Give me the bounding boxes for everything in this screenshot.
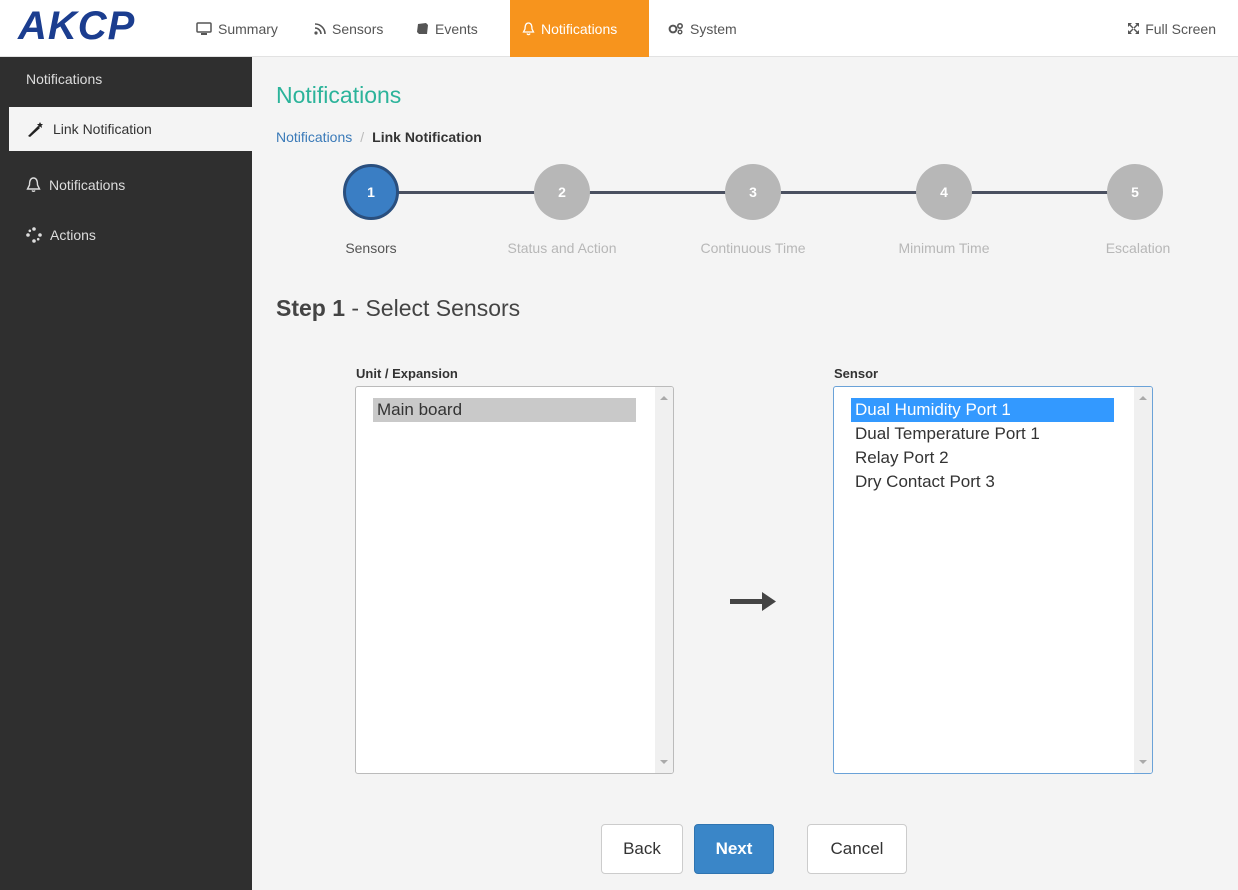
sidebar-item-label: Actions	[50, 227, 96, 243]
breadcrumb-link-notifications[interactable]: Notifications	[276, 129, 352, 145]
step-number: 2	[558, 184, 566, 200]
akcp-logo[interactable]: AKCP	[18, 4, 135, 48]
fullscreen-label: Full Screen	[1145, 20, 1216, 37]
step-heading: Step 1 - Select Sensors	[276, 295, 520, 322]
sensor-label: Sensor	[834, 366, 879, 381]
nav-sensors[interactable]: Sensors	[302, 0, 395, 57]
sidebar-item-notifications[interactable]: Notifications	[0, 163, 252, 207]
step-heading-text: - Select Sensors	[345, 295, 521, 321]
page-title: Notifications	[276, 82, 402, 108]
breadcrumb-current: Link Notification	[372, 129, 482, 145]
fullscreen-button[interactable]: Full Screen	[1127, 0, 1216, 57]
nav-sensors-label: Sensors	[332, 20, 384, 37]
sensor-listbox[interactable]: Dual Humidity Port 1 Dual Temperature Po…	[833, 386, 1153, 774]
spinner-icon	[26, 227, 42, 243]
bell-icon	[26, 177, 41, 192]
sidebar-item-label: Link Notification	[53, 121, 152, 137]
monitor-icon	[196, 21, 212, 35]
next-button[interactable]: Next	[694, 824, 774, 874]
step-number: 5	[1131, 184, 1139, 200]
nav-notifications-label: Notifications	[541, 20, 618, 37]
unit-expansion-listbox[interactable]: Main board	[355, 386, 674, 774]
nav-notifications[interactable]: Notifications	[510, 0, 649, 57]
sensor-option[interactable]: Dual Humidity Port 1	[851, 398, 1114, 422]
sensor-option[interactable]: Dual Temperature Port 1	[851, 422, 1040, 446]
sidebar-item-actions[interactable]: Actions	[0, 213, 252, 257]
nav-system-label: System	[690, 20, 737, 37]
sensor-option[interactable]: Relay Port 2	[851, 446, 949, 470]
nav-events-label: Events	[435, 20, 478, 37]
rss-icon	[314, 22, 326, 35]
wizard-step-2[interactable]: 2	[534, 164, 590, 220]
sidebar: Notifications Link Notification Notifica…	[0, 57, 252, 890]
expand-icon	[1128, 23, 1140, 34]
nav-summary[interactable]: Summary	[184, 0, 290, 57]
wizard-step-label: Escalation	[1105, 240, 1171, 256]
wizard-step-1[interactable]: 1	[343, 164, 399, 220]
step-heading-prefix: Step 1	[276, 295, 346, 321]
magic-wand-icon	[28, 122, 43, 137]
sidebar-item-label: Notifications	[49, 177, 126, 193]
top-navbar: AKCP Summary Sensors Events Notification…	[0, 0, 1238, 57]
breadcrumb: Notifications / Link Notification	[276, 129, 482, 145]
unit-expansion-label: Unit / Expansion	[356, 366, 458, 381]
wizard-step-label: Sensors	[345, 240, 397, 256]
nav-events[interactable]: Events	[404, 0, 490, 57]
sidebar-item-link-notification[interactable]: Link Notification	[9, 107, 252, 151]
arrow-right-icon	[730, 592, 776, 611]
listbox-scrollbar[interactable]	[1134, 387, 1152, 773]
nav-summary-label: Summary	[218, 20, 278, 37]
bell-icon	[522, 21, 535, 35]
step-number: 1	[367, 184, 375, 200]
wizard-step-label: Continuous Time	[700, 240, 806, 256]
sidebar-heading: Notifications	[26, 71, 103, 87]
wizard-step-label: Status and Action	[507, 240, 617, 256]
step-number: 4	[940, 184, 948, 200]
unit-option-main-board[interactable]: Main board	[373, 398, 636, 422]
gears-icon	[668, 22, 684, 35]
wizard-step-3[interactable]: 3	[725, 164, 781, 220]
back-button[interactable]: Back	[601, 824, 683, 874]
wizard-step-label: Minimum Time	[898, 240, 990, 256]
book-icon	[417, 23, 428, 34]
cancel-button[interactable]: Cancel	[807, 824, 907, 874]
listbox-scrollbar[interactable]	[655, 387, 673, 773]
sensor-option[interactable]: Dry Contact Port 3	[851, 470, 995, 494]
step-number: 3	[749, 184, 757, 200]
wizard-step-5[interactable]: 5	[1107, 164, 1163, 220]
breadcrumb-separator: /	[360, 129, 365, 145]
wizard-step-4[interactable]: 4	[916, 164, 972, 220]
nav-system[interactable]: System	[656, 0, 749, 57]
